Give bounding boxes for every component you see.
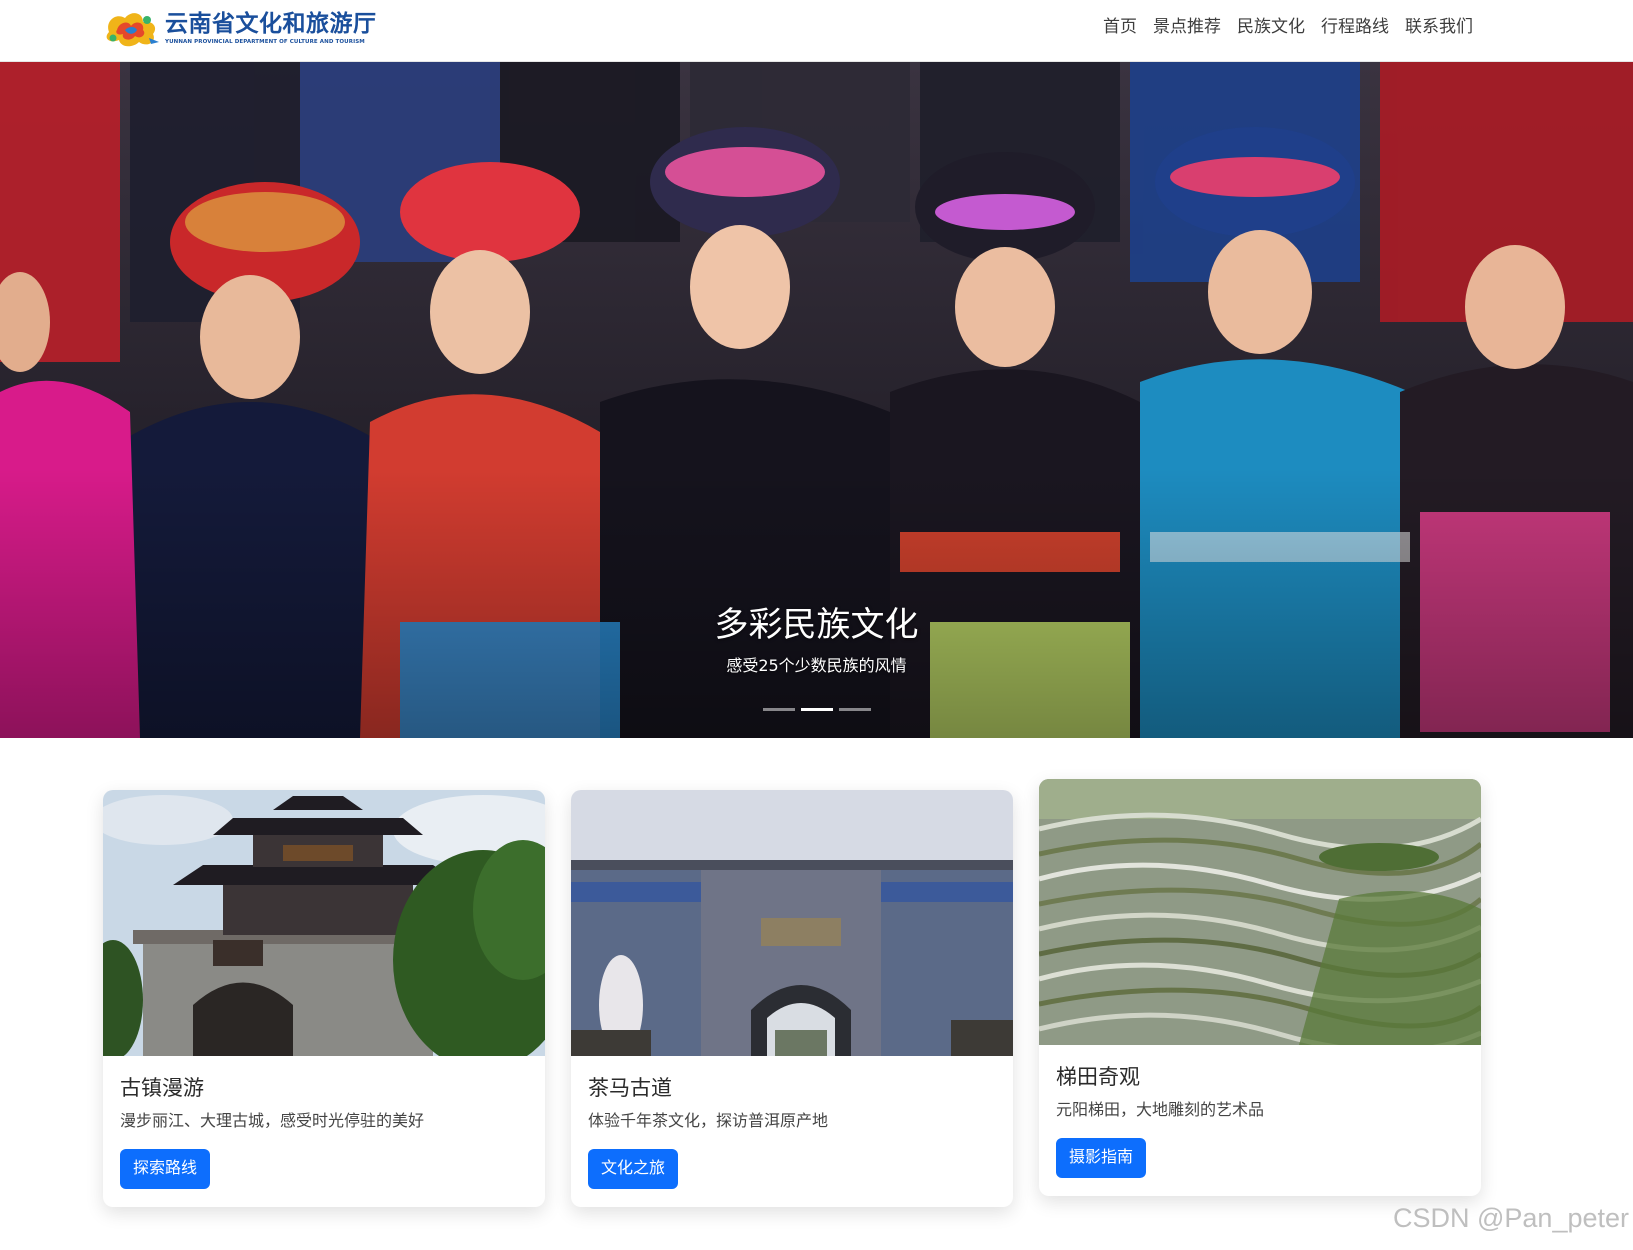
- nav-link-contact[interactable]: 联系我们: [1405, 15, 1473, 39]
- navbar: 云南省文化和旅游厅 YUNNAN PROVINCIAL DEPARTMENT O…: [0, 0, 1633, 62]
- card-ancient-town: 古镇漫游 漫步丽江、大理古城，感受时光停驻的美好 探索路线: [103, 790, 545, 1207]
- card-terraced-fields: 梯田奇观 元阳梯田，大地雕刻的艺术品 摄影指南: [1039, 779, 1481, 1196]
- card-text: 漫步丽江、大理古城，感受时光停驻的美好: [120, 1111, 425, 1130]
- nav-link-attractions[interactable]: 景点推荐: [1153, 15, 1221, 39]
- card-text: 体验千年茶文化，探访普洱原产地: [588, 1111, 829, 1130]
- culture-journey-button[interactable]: 文化之旅: [588, 1149, 679, 1189]
- card-image-ancient-town: [103, 790, 545, 1056]
- carousel-indicator-1[interactable]: [762, 708, 795, 711]
- card-text: 元阳梯田，大地雕刻的艺术品: [1056, 1100, 1265, 1119]
- card-tea-horse-road: 茶马古道 体验千年茶文化，探访普洱原产地 文化之旅: [571, 790, 1013, 1207]
- nav-link-home[interactable]: 首页: [1103, 15, 1137, 39]
- photography-guide-button[interactable]: 摄影指南: [1056, 1138, 1147, 1178]
- nav-link-itinerary[interactable]: 行程路线: [1321, 15, 1389, 39]
- brand-logo-link[interactable]: 云南省文化和旅游厅 YUNNAN PROVINCIAL DEPARTMENT O…: [103, 8, 377, 48]
- brand-name-english: YUNNAN PROVINCIAL DEPARTMENT OF CULTURE …: [165, 38, 365, 45]
- nav-menu: 首页 景点推荐 民族文化 行程路线 联系我们: [1103, 15, 1473, 39]
- yunnan-culture-tourism-logo-icon: [106, 13, 159, 47]
- hero-subtitle: 感受25个少数民族的风情: [726, 656, 907, 675]
- hero-carousel[interactable]: 多彩民族文化 感受25个少数民族的风情: [0, 62, 1633, 738]
- carousel-indicator-2[interactable]: [800, 708, 833, 711]
- card-title: 古镇漫游: [120, 1076, 204, 1100]
- brand-name-chinese: 云南省文化和旅游厅: [165, 10, 377, 37]
- hero-caption: 多彩民族文化 感受25个少数民族的风情: [0, 602, 1633, 678]
- watermark: CSDN @Pan_peter: [1392, 1203, 1629, 1233]
- card-title: 梯田奇观: [1056, 1065, 1140, 1089]
- card-image-tea-horse-road: [571, 790, 1013, 1056]
- carousel-indicator-3[interactable]: [838, 708, 871, 711]
- card-image-terraced-fields: [1039, 779, 1481, 1045]
- hero-title: 多彩民族文化: [714, 605, 919, 645]
- card-title: 茶马古道: [588, 1076, 672, 1100]
- nav-link-ethnic-culture[interactable]: 民族文化: [1237, 15, 1305, 39]
- carousel-indicators: [0, 708, 1633, 711]
- explore-route-button[interactable]: 探索路线: [120, 1149, 211, 1189]
